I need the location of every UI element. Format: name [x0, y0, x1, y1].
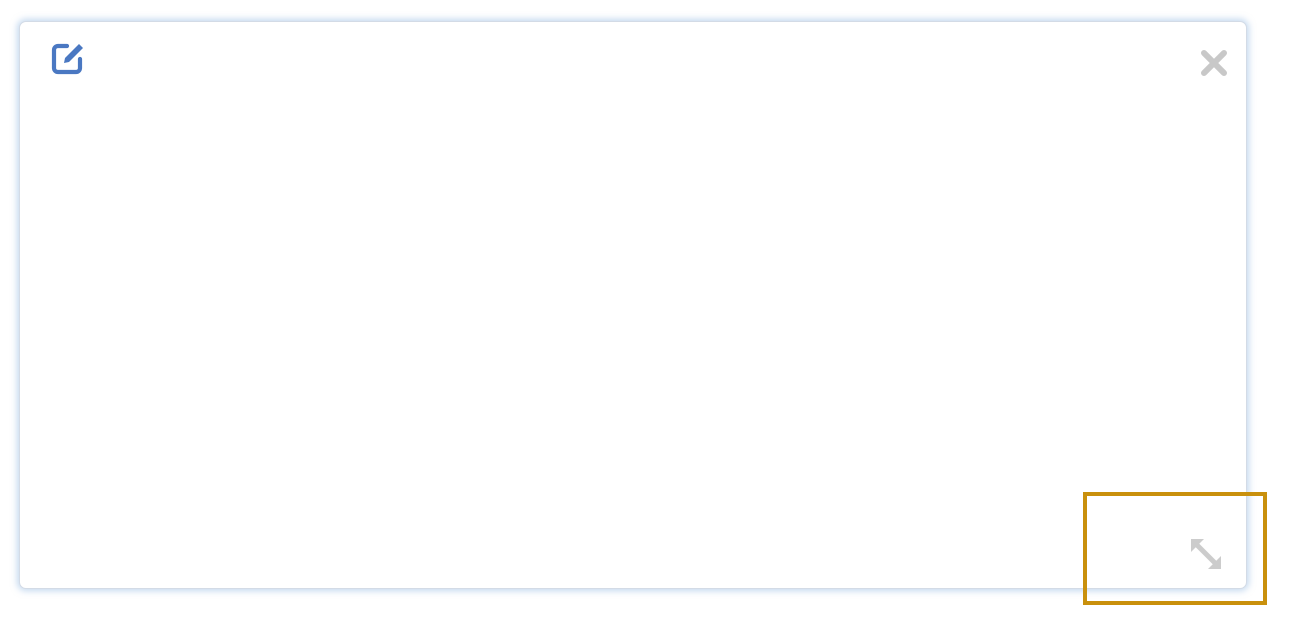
note-panel: [19, 21, 1247, 589]
page: [0, 0, 1290, 623]
edit-note-icon: [51, 42, 85, 75]
note-body[interactable]: [80, 92, 1186, 528]
resize-diagonal-icon: [1191, 539, 1221, 569]
close-button[interactable]: [1198, 47, 1230, 79]
close-icon: [1201, 50, 1227, 76]
resize-handle[interactable]: [1184, 532, 1228, 576]
edit-button[interactable]: [50, 41, 88, 77]
